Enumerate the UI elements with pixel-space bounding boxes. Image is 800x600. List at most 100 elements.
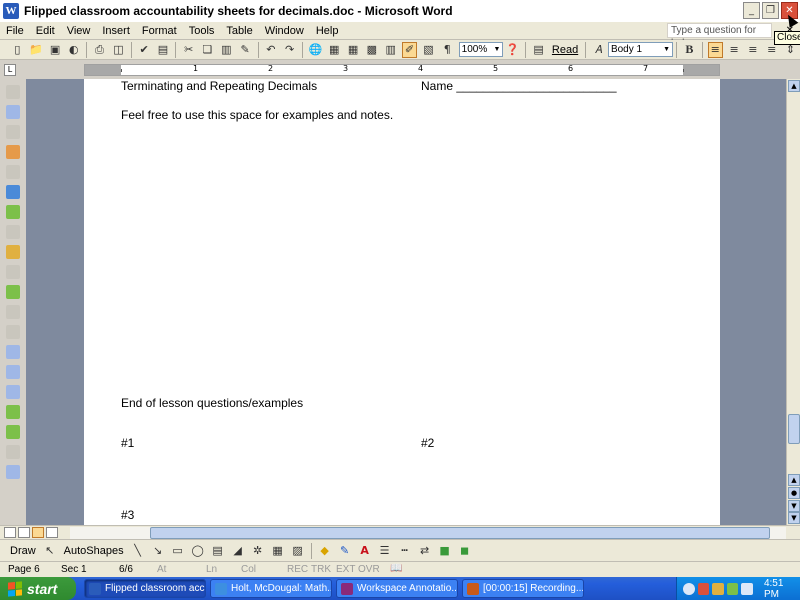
- capture-tool-icon[interactable]: [6, 385, 20, 399]
- read-button[interactable]: Read: [552, 44, 578, 56]
- document-map-icon[interactable]: ▧: [421, 42, 436, 58]
- clip-art-icon[interactable]: ▦: [270, 543, 286, 559]
- undo-tool-icon[interactable]: [6, 305, 20, 319]
- paste-icon[interactable]: ▥: [219, 42, 234, 58]
- text-tool-icon[interactable]: [6, 265, 20, 279]
- stamp-tool-icon[interactable]: [6, 245, 20, 259]
- menu-file[interactable]: File: [0, 25, 30, 37]
- word-app-icon[interactable]: W: [3, 3, 19, 19]
- undo-icon[interactable]: ↶: [263, 42, 278, 58]
- horizontal-scroll-thumb[interactable]: [150, 527, 770, 539]
- copy-icon[interactable]: ❏: [200, 42, 215, 58]
- spelling-status-icon[interactable]: 📖: [390, 563, 402, 574]
- indent-marker-icon[interactable]: [121, 69, 122, 72]
- eraser-icon[interactable]: [6, 225, 20, 239]
- diagram-icon[interactable]: ✲: [250, 543, 266, 559]
- status-ext[interactable]: EXT: [336, 564, 355, 575]
- document-page[interactable]: Terminating and Repeating Decimals Name …: [84, 79, 720, 525]
- cut-icon[interactable]: ✂: [181, 42, 196, 58]
- highlighter-icon[interactable]: [6, 125, 20, 139]
- fill-tool-icon[interactable]: [6, 285, 20, 299]
- fill-color-icon[interactable]: ◆: [317, 543, 333, 559]
- restore-button[interactable]: ❐: [762, 2, 779, 19]
- insert-excel-icon[interactable]: ▩: [364, 42, 379, 58]
- menu-edit[interactable]: Edit: [30, 25, 61, 37]
- menu-format[interactable]: Format: [136, 25, 183, 37]
- permission-icon[interactable]: ◐: [66, 42, 81, 58]
- select-objects-icon[interactable]: ↖: [42, 543, 58, 559]
- tray-volume-icon[interactable]: [741, 582, 753, 595]
- normal-view-icon[interactable]: [4, 527, 16, 538]
- horizontal-ruler[interactable]: 1 2 3 4 5 6 7: [84, 64, 720, 76]
- print-layout-view-icon[interactable]: [32, 527, 44, 538]
- menu-insert[interactable]: Insert: [96, 25, 136, 37]
- arrow-style-icon[interactable]: ⇄: [417, 543, 433, 559]
- status-rec[interactable]: REC: [287, 564, 308, 575]
- marker-tool-icon[interactable]: [6, 205, 20, 219]
- wordart-icon[interactable]: ◢: [230, 543, 246, 559]
- research-icon[interactable]: ▤: [156, 42, 171, 58]
- save-tool-icon[interactable]: [6, 465, 20, 479]
- tables-borders-icon[interactable]: ▦: [327, 42, 342, 58]
- help-icon[interactable]: ❓: [505, 42, 520, 58]
- menu-window[interactable]: Window: [259, 25, 310, 37]
- oval-icon[interactable]: ◯: [190, 543, 206, 559]
- right-indent-marker-icon[interactable]: [683, 69, 684, 72]
- minimize-button[interactable]: _: [743, 2, 760, 19]
- menu-view[interactable]: View: [61, 25, 97, 37]
- clear-tool-icon[interactable]: [6, 325, 20, 339]
- align-right-icon[interactable]: ≡: [746, 42, 761, 58]
- pen-tool-icon[interactable]: [6, 105, 20, 119]
- line-style-icon[interactable]: ☰: [377, 543, 393, 559]
- save-icon[interactable]: ▣: [48, 42, 63, 58]
- menu-help[interactable]: Help: [310, 25, 345, 37]
- taskbar-item-annotation[interactable]: Workspace Annotatio...: [336, 579, 458, 598]
- page-tool-icon[interactable]: [6, 345, 20, 359]
- help-search-input[interactable]: Type a question for help: [667, 23, 772, 49]
- next-page-icon[interactable]: ▼: [788, 500, 800, 512]
- shadow-style-icon[interactable]: ■: [437, 543, 453, 559]
- spelling-icon[interactable]: ✔: [137, 42, 152, 58]
- tray-app-icon[interactable]: [697, 582, 710, 595]
- text-box-icon[interactable]: ▤: [210, 543, 226, 559]
- drawing-icon[interactable]: ✐: [402, 41, 418, 58]
- read-mode-icon[interactable]: ▤: [531, 42, 546, 58]
- print-icon[interactable]: ⎙: [92, 42, 107, 58]
- columns-icon[interactable]: ▥: [383, 42, 398, 58]
- previous-page-icon[interactable]: ▲: [788, 474, 800, 486]
- status-ovr[interactable]: OVR: [358, 564, 380, 575]
- arrow-icon[interactable]: ↘: [150, 543, 166, 559]
- dash-style-icon[interactable]: ┅: [397, 543, 413, 559]
- select-browse-object-icon[interactable]: ●: [788, 487, 800, 499]
- show-hide-pilcrow-icon[interactable]: ¶: [440, 42, 455, 58]
- hyperlink-icon[interactable]: 🌐: [308, 42, 323, 58]
- styles-icon[interactable]: 𝐴: [591, 42, 606, 58]
- bold-button[interactable]: B: [682, 42, 697, 58]
- autoshapes-menu-button[interactable]: AutoShapes: [64, 545, 124, 557]
- vertical-scroll-thumb[interactable]: [788, 414, 800, 444]
- format-painter-icon[interactable]: ✎: [238, 42, 253, 58]
- align-left-icon[interactable]: ≡: [707, 41, 723, 58]
- align-center-icon[interactable]: ≡: [727, 42, 742, 58]
- taskbar-item-browser[interactable]: Holt, McDougal: Math...: [210, 579, 332, 598]
- print-preview-icon[interactable]: ◫: [111, 42, 126, 58]
- status-trk[interactable]: TRK: [311, 564, 331, 575]
- forward-arrow-icon[interactable]: [6, 425, 20, 439]
- back-arrow-icon[interactable]: [6, 405, 20, 419]
- line-tool-icon[interactable]: [6, 185, 20, 199]
- scroll-up-icon[interactable]: ▲: [788, 80, 800, 92]
- font-color-icon[interactable]: A: [357, 543, 373, 559]
- tray-network-icon[interactable]: [726, 582, 739, 595]
- select-object-icon[interactable]: [6, 85, 20, 99]
- taskbar-item-word[interactable]: Flipped classroom acc...: [84, 579, 206, 598]
- 3d-style-icon[interactable]: ◼: [457, 543, 473, 559]
- horizontal-scroll-track[interactable]: [70, 527, 786, 539]
- taskbar-item-recording[interactable]: [00:00:15] Recording...: [462, 579, 584, 598]
- tray-security-icon[interactable]: [712, 582, 724, 595]
- draw-menu-button[interactable]: Draw: [10, 545, 36, 557]
- new-document-icon[interactable]: ▯: [10, 42, 25, 58]
- screen-tool-icon[interactable]: [6, 365, 20, 379]
- menu-tools[interactable]: Tools: [183, 25, 221, 37]
- tab-selector-icon[interactable]: L: [4, 64, 16, 76]
- grid-tool-icon[interactable]: [6, 445, 20, 459]
